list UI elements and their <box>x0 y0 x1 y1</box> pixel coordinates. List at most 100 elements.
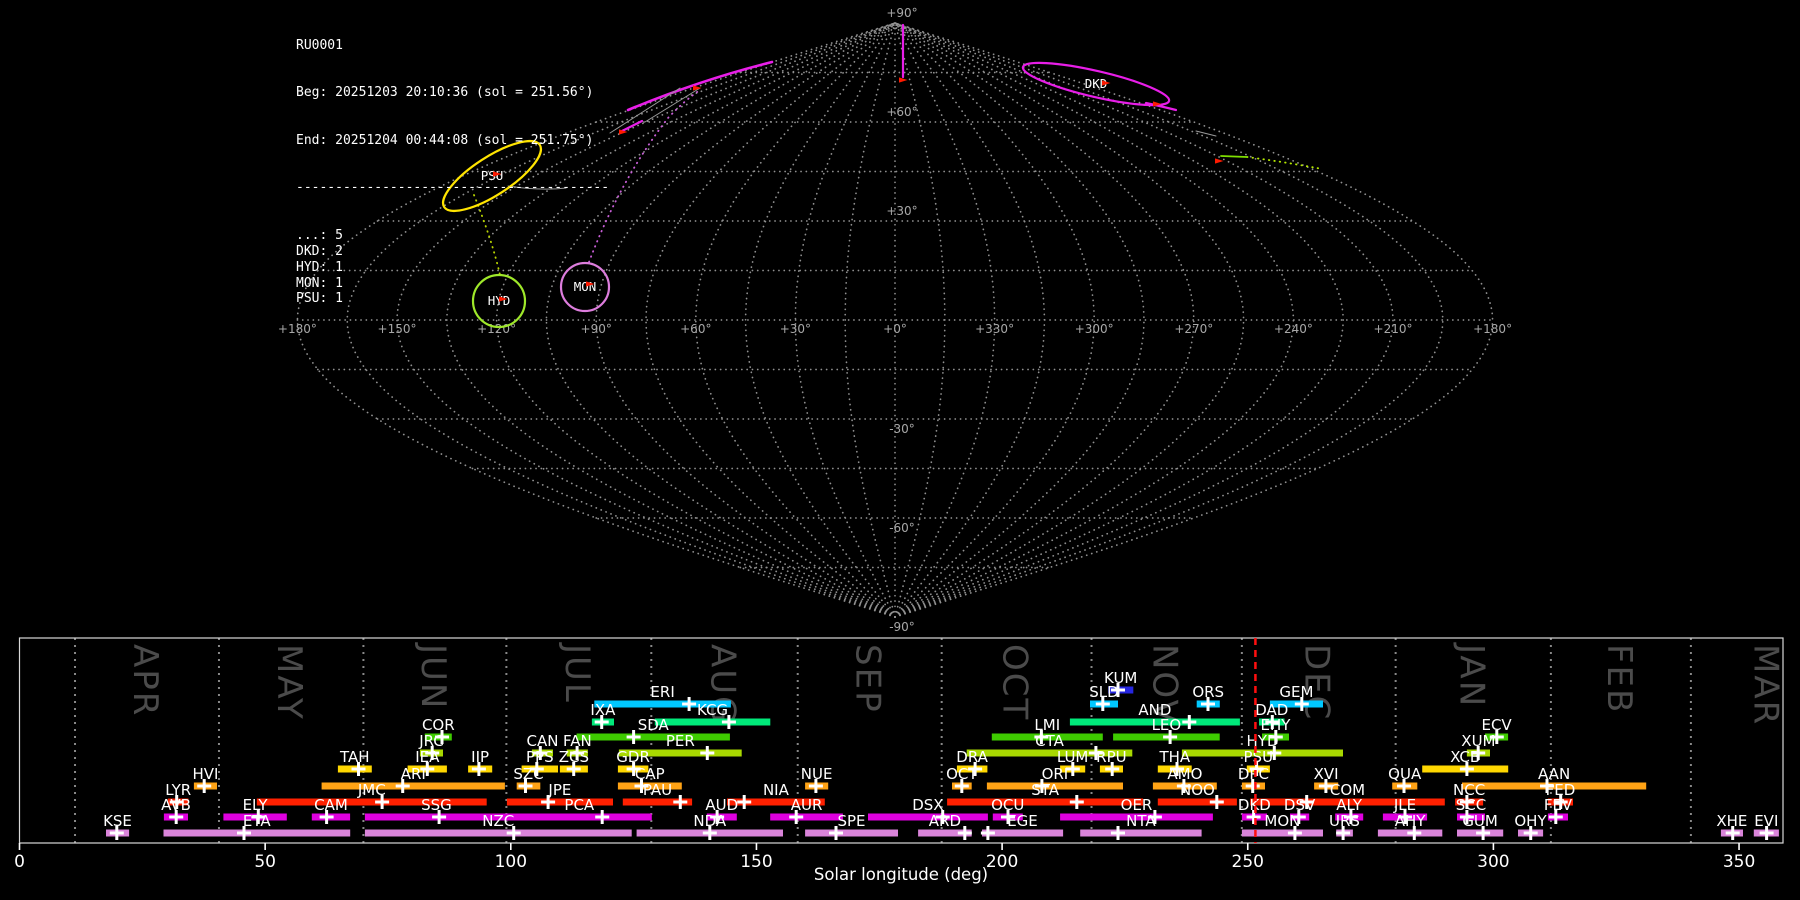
shower-label-SDA: SDA <box>638 716 670 734</box>
activity-timeline-chart: APR MAY JUN JUL AUG SEP OCT NOV DEC JAN FEB MAR0 50 1… <box>14 637 1785 872</box>
map-longitude-label: +330° <box>975 322 1014 336</box>
shower-label-PER: PER <box>666 732 695 750</box>
map-latitude-label: -90° <box>889 620 915 634</box>
shower-label-XCB: XCB <box>1450 748 1480 766</box>
map-longitude-label: +240° <box>1274 322 1313 336</box>
shower-bar-STA <box>947 798 1144 806</box>
shower-label-ETA: ETA <box>243 812 271 830</box>
sky-map-and-timeline-plot: +180° +150° +120° +90° +60° +30° +0° +330° +300°… <box>14 6 1785 884</box>
shower-count-dotdotdot: ...: 5 <box>296 228 343 244</box>
map-grid-meridian <box>744 22 896 618</box>
east-drift-trail <box>1246 156 1323 170</box>
map-grid-meridian <box>894 22 1096 618</box>
map-grid-meridian <box>894 22 1245 618</box>
shower-bar-NZC <box>364 829 632 837</box>
map-latitude-label: -60° <box>889 521 915 535</box>
shower-bar-MON <box>1241 829 1323 837</box>
month-label-JUL: JUL <box>557 642 597 704</box>
map-grid-meridian <box>894 22 1444 618</box>
month-label-MAY: MAY <box>269 644 309 721</box>
shower-label-LEO: LEO <box>1152 716 1182 734</box>
meteor-marker <box>1215 158 1224 164</box>
begin-time-line: Beg: 20251203 20:10:36 (sol = 251.56°) <box>296 85 594 101</box>
month-label-APR: APR <box>125 644 165 717</box>
map-longitude-label: +270° <box>1174 322 1213 336</box>
shower-label-PCA: PCA <box>564 796 595 814</box>
header-separator: ---------------------------------------- <box>296 180 610 196</box>
shower-label-GUM: GUM <box>1462 812 1498 830</box>
shower-label-IXA: IXA <box>590 701 616 719</box>
meteor-track <box>1195 130 1217 137</box>
month-label-JAN: JAN <box>1451 642 1491 708</box>
station-id: RU0001 <box>296 37 343 53</box>
shower-label-NZC: NZC <box>482 812 514 830</box>
shower-label-SSG: SSG <box>421 796 452 814</box>
shower-label-SPE: SPE <box>837 812 865 830</box>
shower-label-PSU: PSU <box>1244 748 1274 766</box>
shower-bar-KCG <box>654 718 771 726</box>
shower-label-DRA: DRA <box>956 748 988 766</box>
observation-header: RU0001 Beg: 20251203 20:10:36 (sol = 251… <box>296 6 609 339</box>
meteor-track <box>609 87 681 134</box>
map-latitude-label: +90° <box>886 6 917 20</box>
x-axis-tick-label: 100 <box>495 852 527 872</box>
shower-bar-JMC <box>256 798 487 806</box>
shower-label-PPS: PPS <box>526 748 554 766</box>
month-label-JUN: JUN <box>413 642 453 710</box>
x-axis-tick-label: 200 <box>986 852 1018 872</box>
peak-marker-PER <box>700 746 715 760</box>
shower-count-HYD: HYD: 1 <box>296 259 343 275</box>
shower-label-FEV: FEV <box>1544 796 1573 814</box>
x-axis-tick-label: 250 <box>1232 852 1264 872</box>
peak-marker-PAU <box>673 795 688 809</box>
shower-bar-ETA <box>163 829 351 837</box>
x-axis-tick-label: 0 <box>14 852 25 872</box>
map-latitude-label: +30° <box>886 204 917 218</box>
peak-marker-NIA <box>737 795 752 809</box>
shower-label-TAH: TAH <box>339 748 370 766</box>
shower-label-STA: STA <box>1031 781 1060 799</box>
shower-bar-NTA <box>1080 829 1202 837</box>
x-axis-tick-label: 350 <box>1723 852 1755 872</box>
peak-marker-PCA <box>595 810 610 824</box>
map-grid-meridian <box>645 22 896 618</box>
map-longitude-label: +180° <box>1473 322 1512 336</box>
month-label-OCT: OCT <box>995 644 1035 721</box>
map-longitude-label: +60° <box>680 322 711 336</box>
shower-count-MON: MON: 1 <box>296 275 343 291</box>
month-label-FEB: FEB <box>1599 644 1639 714</box>
shower-label-CAM: CAM <box>314 796 348 814</box>
map-latitude-label: -30° <box>889 422 915 436</box>
end-time-line: End: 20251204 00:44:08 (sol = 251.75°) <box>296 132 594 148</box>
month-label-SEP: SEP <box>848 644 888 714</box>
x-axis-title: Solar longitude (deg) <box>814 865 988 884</box>
peak-marker-EGE <box>980 826 995 840</box>
shower-count-list: ...: 5 DKD: 2 HYD: 1 MON: 1 PSU: 1 <box>296 228 609 307</box>
map-longitude-label: +300° <box>1075 322 1114 336</box>
shower-label-PAU: PAU <box>643 781 672 799</box>
shower-label-THA: THA <box>1158 748 1190 766</box>
shower-label-ERI: ERI <box>650 683 674 701</box>
x-axis-tick-label: 50 <box>254 852 276 872</box>
x-axis-tick-label: 300 <box>1477 852 1509 872</box>
map-latitude-label: +60° <box>886 105 917 119</box>
shower-count-DKD: DKD: 2 <box>296 243 343 259</box>
shower-bar-SDA <box>576 733 730 741</box>
map-longitude-label: +210° <box>1374 322 1413 336</box>
shower-label-ARD: ARD <box>929 812 961 830</box>
shower-count-PSU: PSU: 1 <box>296 291 343 307</box>
x-axis-tick-label: 150 <box>740 852 772 872</box>
shower-bar-PCA <box>506 813 652 821</box>
shower-label-SZC: SZC <box>513 765 543 783</box>
month-label-MAR: MAR <box>1745 644 1785 726</box>
shower-bar-NOO <box>1157 798 1237 806</box>
meteor-track <box>620 119 644 133</box>
shower-bar-AUR <box>770 813 843 821</box>
shower-bar-ARI <box>321 782 505 790</box>
shower-label-AHY: AHY <box>1395 812 1427 830</box>
shower-label-NOO: NOO <box>1180 781 1215 799</box>
shower-label-ARI: ARI <box>401 765 426 783</box>
east-drift-solid <box>1220 155 1248 158</box>
shower-label-GEM: GEM <box>1279 683 1313 701</box>
meteor-marker <box>899 77 908 83</box>
